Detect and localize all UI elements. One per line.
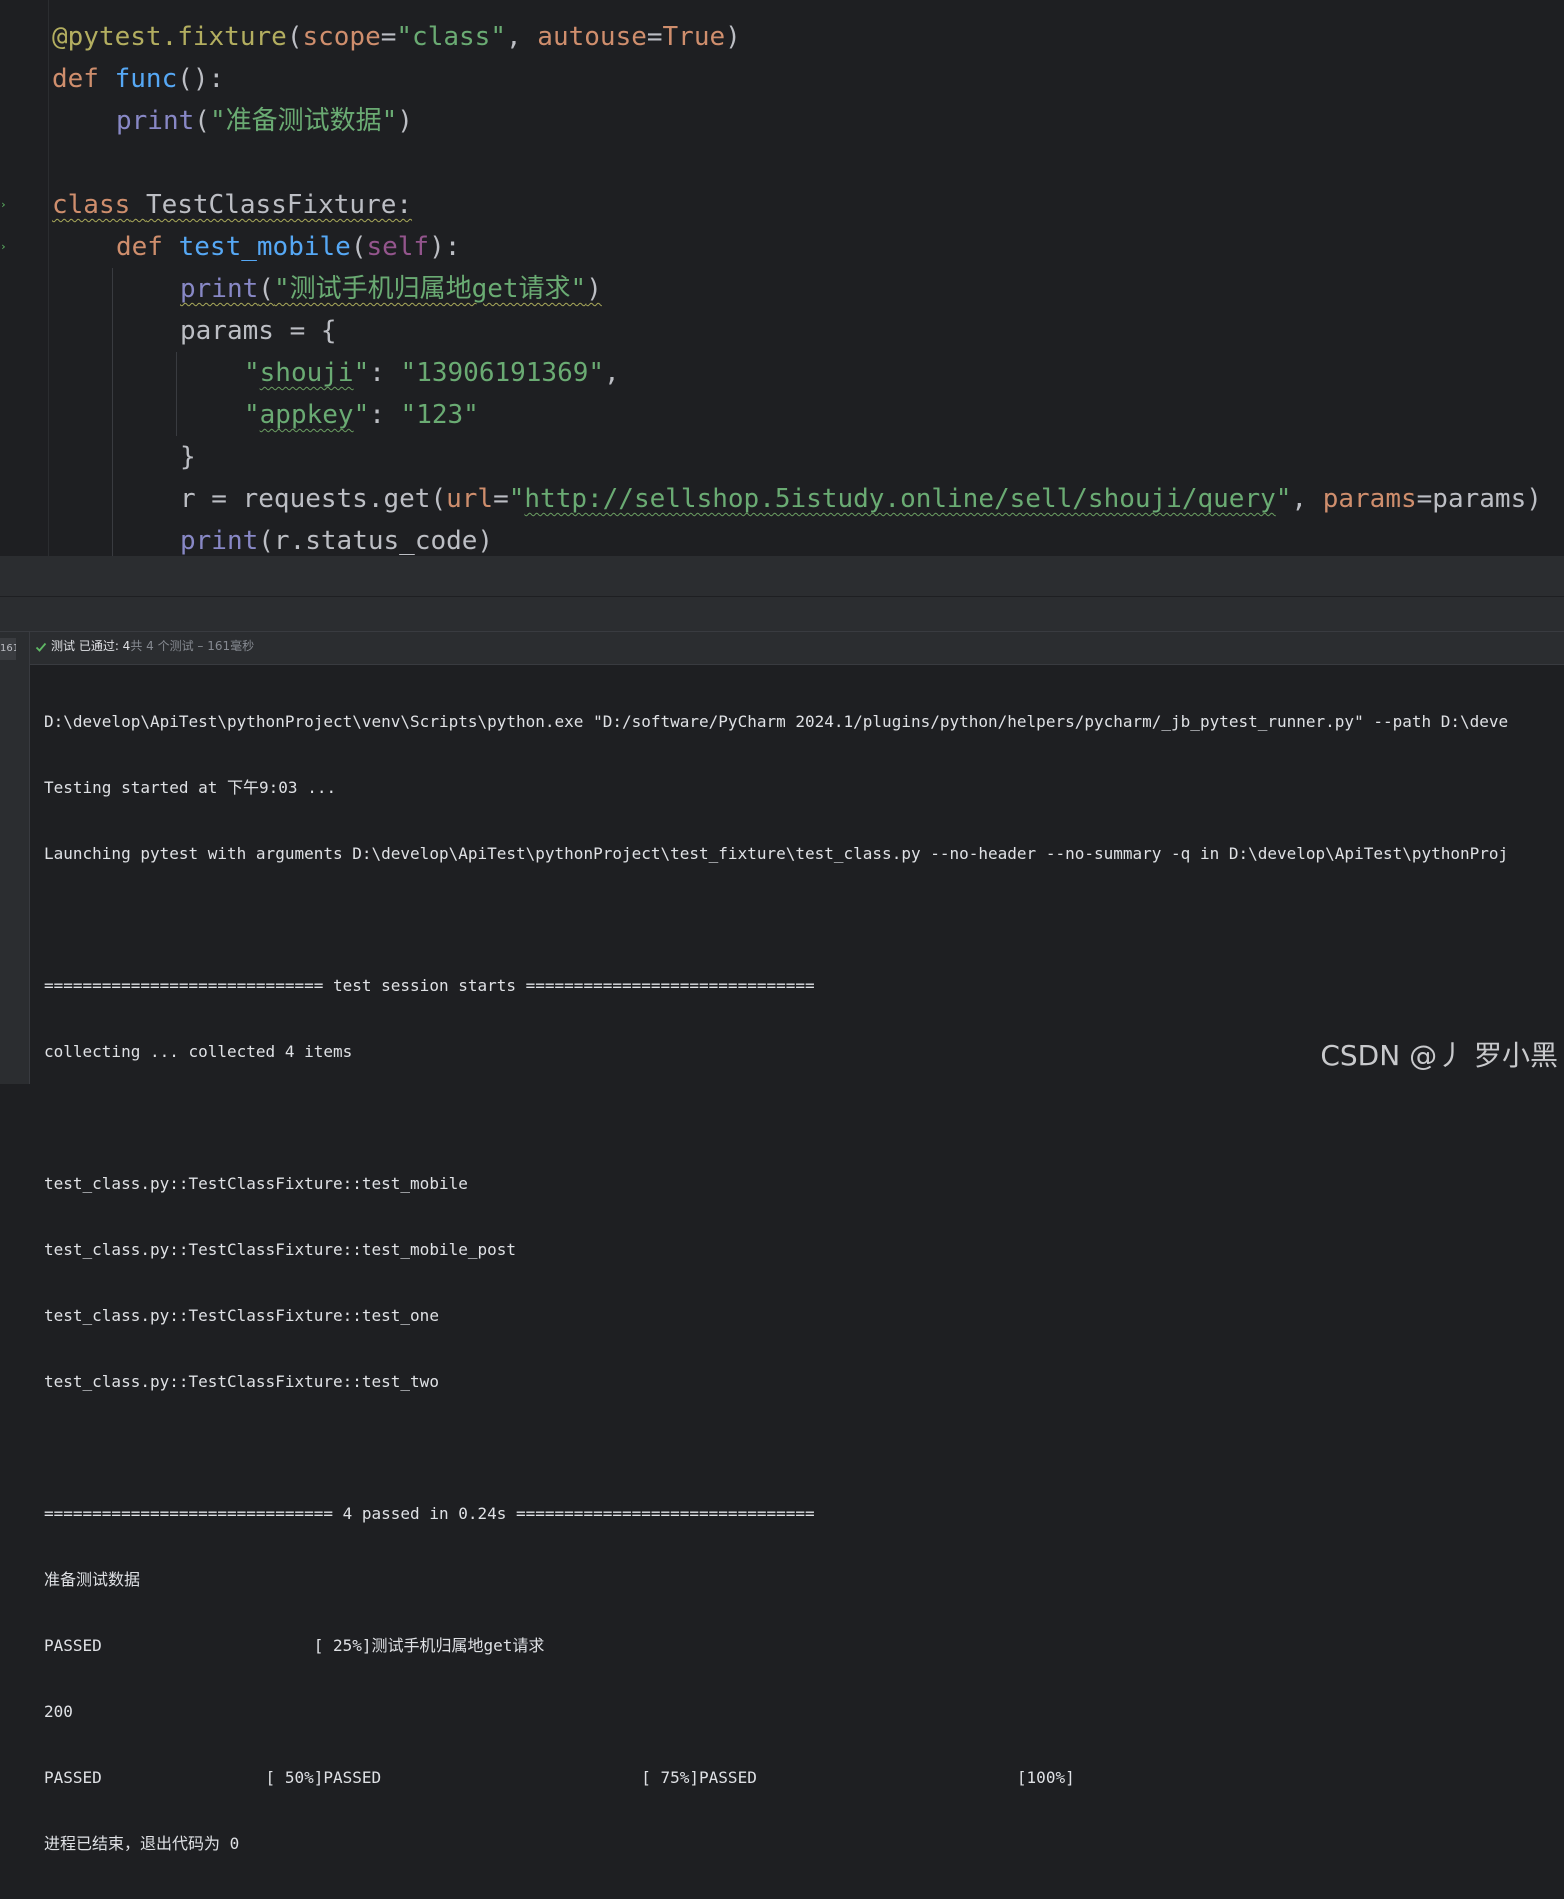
editor-status-bar [0,556,1564,597]
check-icon [35,642,47,652]
code-line-1: @pytest.fixture(scope="class", autouse=T… [52,22,741,52]
console-line: ============================== 4 passed … [44,1504,815,1523]
code-line-10: "appkey": "123" [244,400,479,430]
code-line-8: params = { [180,316,337,346]
console-line: 准备测试数据 [44,1570,141,1589]
code-editor[interactable]: › › @pytest.fixture(scope="class", autou… [0,0,1564,556]
code-line-12: r = requests.get(url="http://sellshop.5i… [180,484,1542,514]
code-line-9: "shouji": "13906191369", [244,358,620,388]
code-line-2: def func(): [52,64,225,94]
console-line: Launching pytest with arguments D:\devel… [44,844,1509,863]
console-line: ============================= test sessi… [44,976,815,995]
indent-guide [112,268,113,556]
console-line: test_class.py::TestClassFixture::test_mo… [44,1174,468,1193]
console-line: PASSED [ 25%]测试手机归属地get请求 [44,1636,545,1655]
gutter-divider [48,0,49,556]
console-line: PASSED [ 50%]PASSED [ 75%]PASSED [100%] [44,1768,1075,1787]
code-line-11: } [180,442,196,472]
code-line-7: print("测试手机归属地get请求") [180,274,602,304]
code-line-5: class TestClassFixture: [52,190,413,220]
console-line: test_class.py::TestClassFixture::test_mo… [44,1240,517,1259]
console-output[interactable]: D:\develop\ApiTest\pythonProject\venv\Sc… [44,667,1564,1899]
console-line: test_class.py::TestClassFixture::test_tw… [44,1372,439,1391]
indent-guide [176,352,177,436]
run-class-icon[interactable]: › [0,198,8,212]
console-line: 进程已结束，退出代码为 0 [44,1834,240,1853]
console-line: Testing started at 下午9:03 ... [44,778,337,797]
watermark: CSDN @丿 罗小黑 [1320,1039,1558,1072]
console-line: 200 [44,1702,73,1721]
run-method-icon[interactable]: › [0,240,8,254]
code-line-13: print(r.status_code) [180,526,494,556]
test-status-bar: 测试 已通过: 4共 4 个测试 – 161毫秒 [30,632,1564,665]
console-line: D:\develop\ApiTest\pythonProject\venv\Sc… [44,712,1509,731]
tool-window-header[interactable] [0,597,1564,632]
test-status-text: 测试 已通过: 4共 4 个测试 – 161毫秒 [51,639,255,653]
duration-tab[interactable]: 161毫秒 [0,638,16,660]
run-panel: 161毫秒 测试 已通过: 4共 4 个测试 – 161毫秒 D:\develo… [0,632,1564,1853]
console-line: test_class.py::TestClassFixture::test_on… [44,1306,439,1325]
test-tree-strip[interactable]: 161毫秒 [0,632,30,1084]
code-line-6: def test_mobile(self): [116,232,461,262]
code-line-3: print("准备测试数据") [116,106,413,136]
